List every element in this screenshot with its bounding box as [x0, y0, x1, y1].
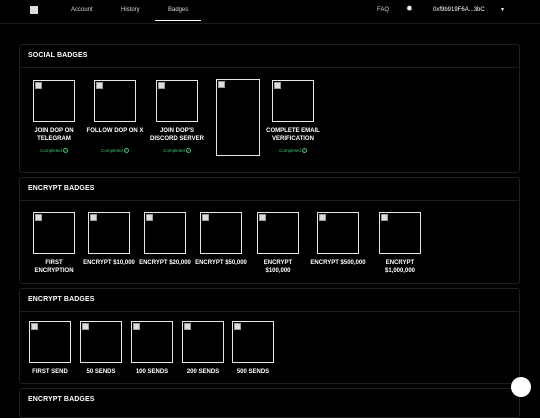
badge-image-telegram	[33, 80, 75, 122]
nav-badges[interactable]: Badges	[168, 7, 188, 13]
badge-name: ENCRYPT $1,000,000	[384, 260, 416, 274]
wallet-address[interactable]: 0xf9b919F6A...3bC	[433, 7, 485, 13]
badge-image	[379, 212, 421, 254]
badge-image	[80, 321, 122, 363]
section-divider	[20, 311, 519, 312]
brand-logo[interactable]	[30, 6, 38, 14]
check-circle-icon: ✓	[123, 148, 129, 154]
badge-image-discord	[156, 80, 198, 122]
section-title: ENCRYPT BADGES	[28, 396, 95, 403]
badge-status-completed: Completed ✓	[163, 148, 191, 154]
badge-status-completed: Completed ✓	[40, 148, 68, 154]
encrypt-badges-section: ENCRYPT BADGES FIRST ENCRYPTION ENCRYPT …	[19, 177, 520, 284]
badge-name: ENCRYPT $500,000	[310, 260, 366, 266]
badge-image	[232, 321, 274, 363]
check-circle-icon: ✓	[62, 148, 68, 154]
badge-image	[88, 212, 130, 254]
badge-status-completed: Completed ✓	[101, 148, 129, 154]
section-title: SOCIAL BADGES	[28, 52, 88, 59]
badge-image	[33, 212, 75, 254]
badge-name: JOIN DOP'S DISCORD SERVER	[150, 128, 204, 142]
badge-name: COMPLETE EMAIL VERIFICATION	[266, 128, 320, 142]
badge-name: JOIN DOP ON TELEGRAM	[34, 128, 74, 142]
badge-image-x	[94, 80, 136, 122]
check-circle-icon: ✓	[185, 148, 191, 154]
badge-status-completed: Completed ✓	[279, 148, 307, 154]
nav-history[interactable]: History	[121, 7, 140, 13]
badge-image-unlabeled	[216, 79, 260, 156]
badge-name: 50 SENDS	[86, 369, 116, 375]
send-badges-section: ENCRYPT BADGES FIRST SEND 50 SENDS 100 S…	[19, 288, 520, 384]
badge-name: FIRST ENCRYPTION	[34, 260, 74, 274]
badge-image	[200, 212, 242, 254]
section-title: ENCRYPT BADGES	[28, 296, 95, 303]
badge-name: FOLLOW DOP ON X	[86, 128, 144, 134]
badge-name: ENCRYPT $100,000	[263, 260, 293, 274]
badge-name: 500 SENDS	[236, 369, 270, 375]
fourth-badges-section: ENCRYPT BADGES	[19, 388, 520, 418]
badge-image	[29, 321, 71, 363]
badge-image	[257, 212, 299, 254]
nav-faq[interactable]: FAQ	[377, 7, 389, 13]
badge-image	[144, 212, 186, 254]
badge-image	[131, 321, 173, 363]
chevron-down-icon[interactable]: ▼	[500, 7, 505, 13]
check-circle-icon: ✓	[301, 148, 307, 154]
badge-name: ENCRYPT $20,000	[139, 260, 191, 266]
social-badges-section: SOCIAL BADGES JOIN DOP ON TELEGRAM Compl…	[19, 44, 520, 173]
badge-name: ENCRYPT $10,000	[83, 260, 135, 266]
badge-image-email	[272, 80, 314, 122]
nav-account[interactable]: Account	[71, 7, 93, 13]
gear-icon[interactable]: ✹	[406, 5, 413, 13]
active-tab-indicator	[155, 20, 201, 21]
badge-image	[182, 321, 224, 363]
badge-name: 100 SENDS	[135, 369, 169, 375]
badge-name: 200 SENDS	[186, 369, 220, 375]
section-title: ENCRYPT BADGES	[28, 185, 95, 192]
section-divider	[20, 67, 519, 68]
badge-name: ENCRYPT $50,000	[195, 260, 247, 266]
badge-image	[317, 212, 359, 254]
chat-support-button[interactable]	[511, 377, 531, 397]
badge-name: FIRST SEND	[32, 369, 68, 375]
top-nav: Account History Badges FAQ ✹ 0xf9b919F6A…	[0, 0, 540, 24]
section-divider	[20, 200, 519, 201]
